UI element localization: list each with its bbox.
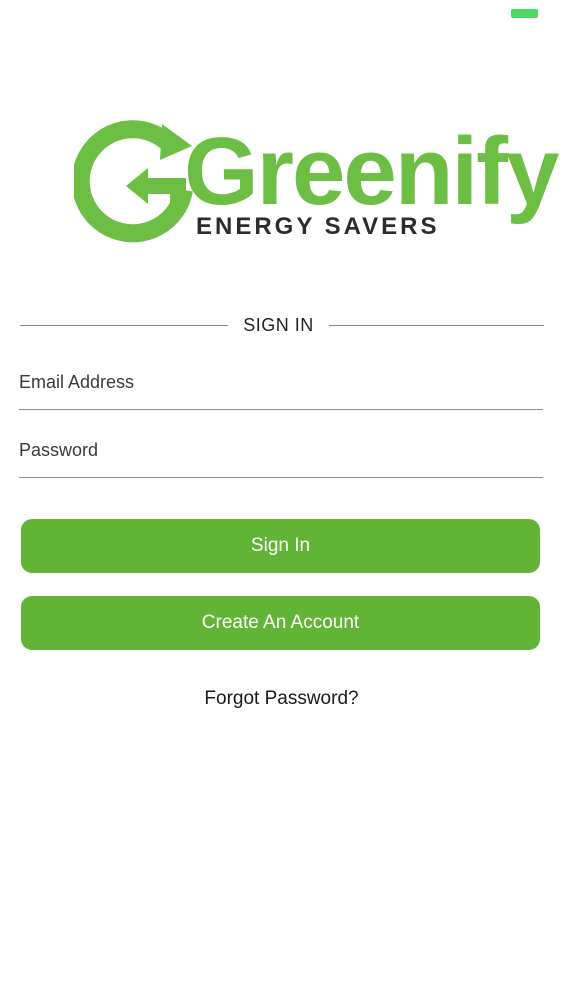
forgot-password-link[interactable]: Forgot Password?: [0, 687, 563, 711]
email-field-container: [19, 360, 543, 410]
create-account-button[interactable]: Create An Account: [21, 596, 540, 650]
brand-tagline: ENERGY SAVERS: [196, 213, 440, 240]
sign-in-heading: SIGN IN: [243, 315, 314, 335]
password-field[interactable]: [19, 428, 543, 472]
brand-name: Greenify: [184, 118, 559, 225]
sign-in-divider: SIGN IN: [20, 312, 544, 338]
battery-indicator: [511, 9, 538, 18]
sign-in-button[interactable]: Sign In: [21, 519, 540, 573]
greenify-logo: Greenify ENERGY SAVERS: [74, 120, 559, 250]
divider-line-left: [20, 325, 228, 326]
divider-line-right: [329, 325, 544, 326]
password-field-container: [19, 428, 543, 478]
email-field[interactable]: [19, 360, 543, 404]
